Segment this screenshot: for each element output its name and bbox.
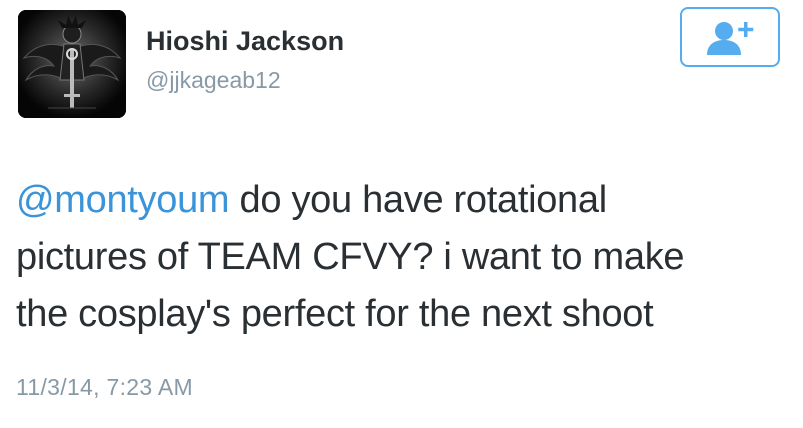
user-handle[interactable]: @jjkageab12 — [146, 67, 281, 94]
tweet-text: @montyoum do you have rotational picture… — [16, 172, 791, 343]
mention-link[interactable]: @montyoum — [16, 179, 230, 221]
avatar[interactable] — [18, 10, 126, 118]
tweet-text-line-1-rest: do you have rotational — [229, 179, 608, 221]
display-name[interactable]: Hioshi Jackson — [146, 26, 344, 57]
follow-user-icon — [707, 22, 754, 55]
tweet-card: Hioshi Jackson @jjkageab12 @montyoum do … — [0, 0, 803, 428]
tweet-text-line-1: @montyoum do you have rotational — [16, 172, 791, 229]
avatar-image — [18, 10, 126, 118]
follow-button[interactable] — [680, 7, 780, 67]
tweet-timestamp[interactable]: 11/3/14, 7:23 AM — [16, 374, 193, 401]
tweet-text-line-2: pictures of TEAM CFVY? i want to make — [16, 236, 685, 278]
tweet-text-line-3: the cosplay's perfect for the next shoot — [16, 293, 654, 335]
